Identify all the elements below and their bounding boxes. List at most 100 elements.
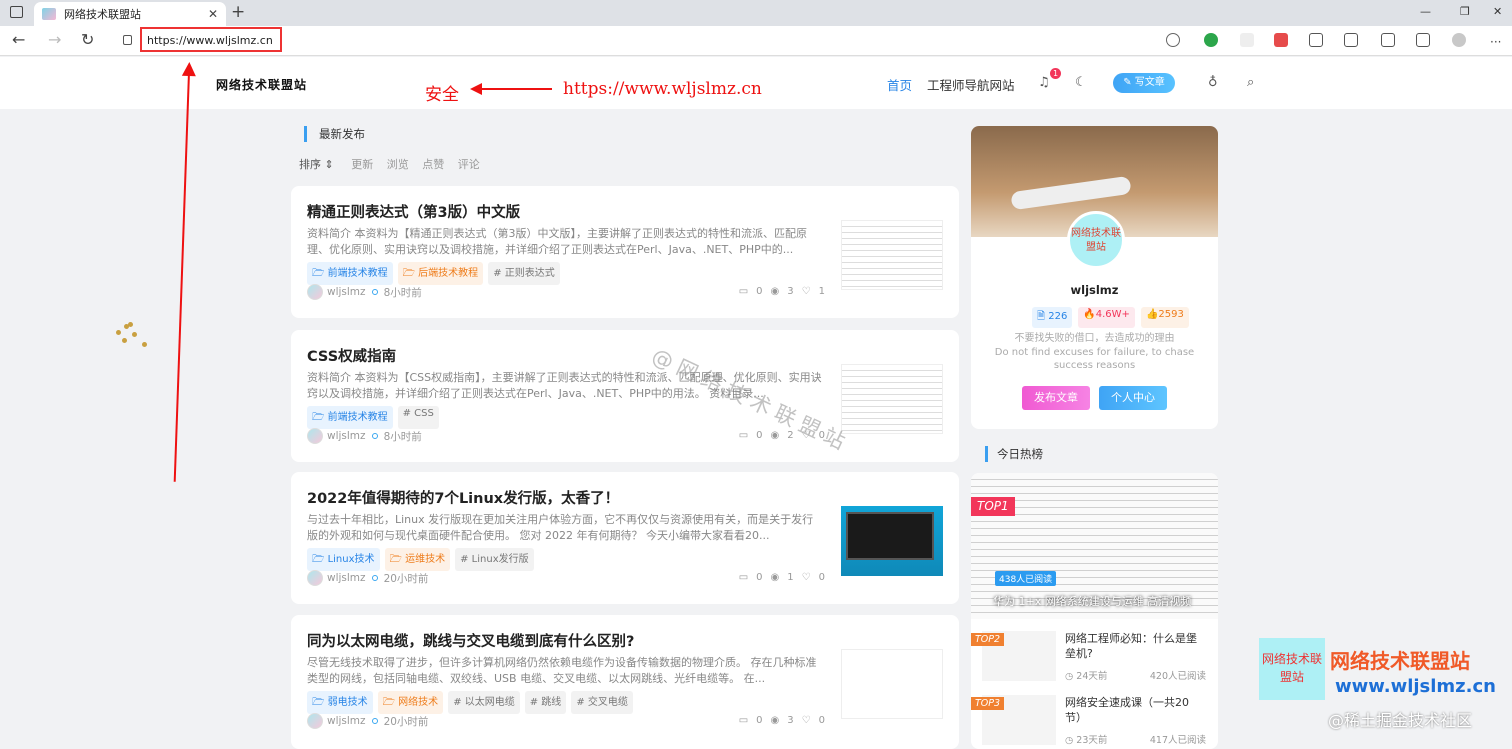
bell-icon[interactable]: ♫: [1038, 75, 1050, 90]
post-category-tag[interactable]: 🗁 运维技术: [384, 548, 451, 571]
extensions-icon[interactable]: [1344, 33, 1358, 47]
hot-item-date: ◷ 23天前: [1065, 735, 1108, 746]
sort-likes[interactable]: 点赞: [422, 158, 444, 171]
post-card[interactable]: 同为以太网电缆，跳线与交叉电缆到底有什么区别? 尽管无线技术取得了进步，但许多计…: [291, 615, 959, 749]
lock-icon[interactable]: [123, 35, 132, 45]
comment-icon: ▭: [738, 572, 749, 583]
brand-url: www.wljslmz.cn: [1335, 676, 1496, 697]
back-icon[interactable]: ←: [12, 31, 25, 49]
post-title[interactable]: 2022年值得期待的7个Linux发行版，太香了！: [307, 487, 619, 508]
post-author[interactable]: wljslmz: [327, 286, 366, 298]
hot-top1-card[interactable]: TOP1 438人已阅读 华为 1+x 网络系统建设与运维 高清视频: [971, 473, 1218, 619]
post-hashtag[interactable]: # CSS: [397, 406, 439, 429]
post-excerpt: 尽管无线技术取得了进步，但许多计算机网络仍然依赖电缆作为设备传输数据的物理介质。…: [307, 656, 817, 685]
post-author[interactable]: wljslmz: [327, 430, 366, 442]
nav-home[interactable]: 首页: [887, 75, 912, 94]
post-author[interactable]: wljslmz: [327, 572, 366, 584]
favorites-icon[interactable]: [1381, 33, 1395, 47]
post-thumbnail[interactable]: [841, 220, 943, 290]
collections-icon[interactable]: [1416, 33, 1430, 47]
new-tab-button[interactable]: +: [231, 3, 245, 21]
post-category-tag[interactable]: 🗁 网络技术: [377, 691, 444, 714]
post-hashtag[interactable]: # Linux发行版: [455, 548, 534, 571]
post-time: 8小时前: [383, 430, 422, 443]
post-hashtag[interactable]: # 以太网电缆: [448, 691, 520, 714]
lightbulb-icon[interactable]: ♁: [1208, 75, 1218, 90]
write-article-button[interactable]: ✎ 写文章: [1113, 73, 1175, 93]
more-menu-icon[interactable]: ···: [1490, 33, 1501, 51]
rank-badge: TOP2: [971, 633, 1005, 646]
author-avatar[interactable]: [307, 428, 323, 444]
post-category-tag[interactable]: 🗁 弱电技术: [307, 691, 373, 714]
post-hashtag[interactable]: # 交叉电缆: [571, 691, 633, 714]
like-icon: ♡: [801, 715, 811, 726]
comment-icon: ▭: [738, 715, 749, 726]
tab-close-icon[interactable]: ✕: [208, 7, 218, 21]
post-time: 20小时前: [383, 572, 429, 585]
brand-name: 网络技术联盟站: [1330, 649, 1470, 673]
post-thumbnail[interactable]: [841, 364, 943, 434]
extension-blank-icon[interactable]: [1240, 33, 1254, 47]
post-card[interactable]: CSS权威指南 资料简介 本资料为【CSS权威指南】，主要讲解了正则表达式的特性…: [291, 330, 959, 462]
nav-engineer-sites[interactable]: 工程师导航网站: [927, 75, 1015, 94]
close-window-icon[interactable]: ✕: [1493, 5, 1502, 18]
post-likes: 1: [818, 286, 825, 297]
user-center-button[interactable]: 个人中心: [1099, 386, 1167, 410]
sort-comments[interactable]: 评论: [458, 158, 480, 171]
hot-list-item[interactable]: TOP3 网络安全速成课（一共20节） ◷ 23天前 417人已阅读: [971, 695, 1218, 749]
hot-item-title[interactable]: 网络工程师必知：什么是堡垒机?: [1065, 631, 1205, 661]
post-views: 3: [787, 715, 794, 726]
post-hashtag[interactable]: # 正则表达式: [488, 262, 560, 285]
sort-label[interactable]: 排序 ⇕: [299, 158, 334, 171]
post-category-tag[interactable]: 🗁 前端技术教程: [307, 262, 393, 285]
rank-badge: TOP3: [971, 697, 1005, 710]
minimize-icon[interactable]: —: [1420, 5, 1431, 18]
post-category-tag[interactable]: 🗁 后端技术教程: [397, 262, 484, 285]
site-logo[interactable]: 网络技术联盟站: [216, 76, 307, 93]
favorite-star-icon[interactable]: [1166, 33, 1180, 47]
motto-cn: 不要找失败的借口，去造成功的理由: [1014, 333, 1175, 344]
sort-updated[interactable]: 更新: [351, 158, 373, 171]
post-hashtag[interactable]: # 跳线: [524, 691, 567, 714]
post-comments: 0: [756, 715, 763, 726]
post-comments: 0: [756, 286, 763, 297]
profile-avatar[interactable]: [1452, 33, 1466, 47]
extension-shield-icon[interactable]: [1204, 33, 1218, 47]
profile-name[interactable]: wljslmz: [971, 283, 1218, 297]
extension-red-icon[interactable]: [1274, 33, 1288, 47]
hot-item-reads: 420人已阅读: [1149, 671, 1206, 682]
hot-item-title[interactable]: 网络安全速成课（一共20节）: [1065, 695, 1205, 725]
restore-icon[interactable]: ❐: [1460, 5, 1470, 18]
post-title[interactable]: CSS权威指南: [307, 345, 396, 366]
sort-views[interactable]: 浏览: [387, 158, 409, 171]
post-category-tag[interactable]: 🗁 Linux技术: [307, 548, 380, 571]
address-bar: ← → ↻ https://www.wljslmz.cn ···: [0, 26, 1512, 56]
sort-bar: 排序 ⇕ 更新 浏览 点赞 评论: [299, 156, 490, 172]
hot-top1-title[interactable]: 华为 1+x 网络系统建设与运维 高清视频: [993, 593, 1191, 609]
dark-mode-icon[interactable]: ☾: [1075, 75, 1087, 90]
post-card[interactable]: 2022年值得期待的7个Linux发行版，太香了！ 与过去十年相比，Linux …: [291, 472, 959, 604]
forward-icon[interactable]: →: [48, 31, 61, 49]
browser-tab[interactable]: 网络技术联盟站 ✕: [34, 2, 226, 26]
author-avatar[interactable]: [307, 284, 323, 300]
url-field[interactable]: https://www.wljslmz.cn: [140, 27, 282, 52]
post-card[interactable]: 精通正则表达式（第3版）中文版 资料简介 本资料为【精通正则表达式（第3版）中文…: [291, 186, 959, 318]
sidebar-toggle-icon[interactable]: [10, 6, 23, 18]
hot-list-item[interactable]: TOP2 网络工程师必知：什么是堡垒机? ◷ 24天前 420人已阅读: [971, 631, 1218, 687]
search-icon[interactable]: ⌕: [1247, 75, 1254, 90]
post-thumbnail[interactable]: [841, 649, 943, 719]
publish-article-button[interactable]: 发布文章: [1022, 386, 1090, 410]
author-avatar[interactable]: [307, 570, 323, 586]
post-views: 1: [787, 572, 794, 583]
split-screen-icon[interactable]: [1309, 33, 1323, 47]
post-thumbnail[interactable]: [841, 506, 943, 576]
post-category-tag[interactable]: 🗁 前端技术教程: [307, 406, 393, 429]
post-title[interactable]: 精通正则表达式（第3版）中文版: [307, 201, 520, 222]
annotation-safe-label: 安全: [425, 85, 459, 105]
profile-avatar-logo[interactable]: 网络技术联盟站: [1067, 211, 1125, 269]
refresh-icon[interactable]: ↻: [81, 31, 94, 49]
post-title[interactable]: 同为以太网电缆，跳线与交叉电缆到底有什么区别?: [307, 630, 634, 651]
post-time: 8小时前: [383, 286, 422, 299]
post-author[interactable]: wljslmz: [327, 715, 366, 727]
author-avatar[interactable]: [307, 713, 323, 729]
